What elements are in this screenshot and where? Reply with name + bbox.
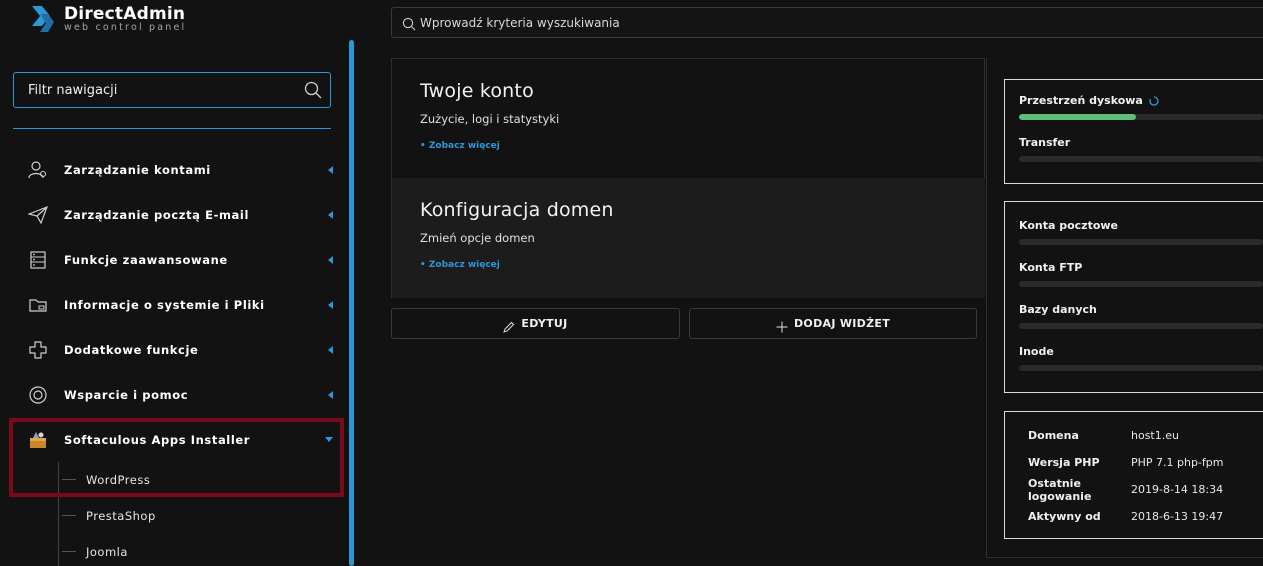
global-search-input[interactable]: Wprowadź kryteria wyszukiwania	[391, 7, 1263, 38]
nav-filter-input[interactable]: Filtr nawigacji	[13, 72, 331, 108]
search-placeholder: Wprowadź kryteria wyszukiwania	[420, 15, 620, 30]
info-value: 2018-6-13 19:47	[1131, 510, 1224, 523]
usage-panel: Przestrzeń dyskowa Transfer	[1004, 79, 1263, 184]
subnav-item-joomla[interactable]: Joomla	[0, 534, 345, 566]
transfer-bar	[1019, 156, 1263, 162]
nav-item-email-management[interactable]: Zarządzanie pocztą E-mail	[0, 192, 345, 237]
transfer-label: Transfer	[1019, 136, 1071, 149]
disk-usage-fill	[1019, 114, 1137, 120]
see-more-link[interactable]: • Zobacz więcej	[420, 141, 956, 151]
nav-item-label: Zarządzanie kontami	[64, 162, 211, 177]
info-row-active-since: Aktywny od 2018-6-13 19:47	[1005, 503, 1263, 530]
widget-title: Twoje konto	[420, 80, 534, 102]
nav-item-extra-features[interactable]: Dodatkowe funkcje	[0, 327, 345, 372]
info-key: Aktywny od	[1028, 510, 1101, 523]
info-row-domain: Domena host1.eu	[1005, 422, 1263, 449]
add-widget-button[interactable]: DODAJ WIDŻET	[689, 308, 977, 339]
subnav-item-label: PrestaShop	[86, 509, 156, 523]
nav-item-label: Dodatkowe funkcje	[64, 342, 199, 357]
edit-button[interactable]: EDYTUJ	[391, 308, 680, 339]
counts-panel: Konta pocztowe Konta FTP Bazy danych Ino…	[1004, 201, 1263, 393]
nav-item-label: Zarządzanie pocztą E-mail	[64, 207, 250, 222]
disk-usage-stat: Przestrzeń dyskowa	[1019, 94, 1263, 120]
inodes-stat: Inode	[1019, 345, 1263, 371]
mail-accounts-stat: Konta pocztowe	[1019, 219, 1263, 245]
nav-item-system-info-files[interactable]: Informacje o systemie i Pliki	[0, 282, 345, 327]
nav-item-support-help[interactable]: Wsparcie i pomoc	[0, 372, 345, 417]
info-value: PHP 7.1 php-fpm	[1131, 456, 1224, 469]
nav-filter-placeholder: Filtr nawigacji	[28, 82, 118, 98]
sidebar-scrollbar[interactable]	[349, 40, 354, 566]
info-row-last-login: Ostatnie logowanie 2019-8-14 18:34	[1005, 476, 1263, 503]
highlight-annotation-box	[9, 418, 344, 497]
caret-left-icon	[328, 211, 333, 219]
caret-left-icon	[328, 391, 333, 399]
inodes-label: Inode	[1019, 345, 1054, 358]
widget-description: Zużycie, logi i statystyki	[420, 112, 560, 126]
disk-usage-bar	[1019, 114, 1263, 120]
logo-tagline: web control panel	[64, 22, 187, 33]
search-icon	[402, 16, 416, 30]
add-widget-button-label: DODAJ WIDŻET	[794, 317, 890, 330]
ftp-accounts-bar	[1019, 281, 1263, 287]
nav-item-label: Funkcje zaawansowane	[64, 252, 228, 267]
info-key: Ostatnie logowanie	[1028, 476, 1092, 503]
plus-outline-icon	[27, 339, 49, 361]
nav-divider	[13, 128, 331, 129]
nav-item-account-management[interactable]: Zarządzanie kontami	[0, 147, 345, 192]
logo[interactable]: DirectAdmin web control panel	[30, 4, 186, 36]
mail-accounts-label: Konta pocztowe	[1019, 219, 1119, 232]
search-icon[interactable]	[304, 81, 322, 99]
nav-item-advanced-features[interactable]: Funkcje zaawansowane	[0, 237, 345, 282]
paper-plane-icon	[27, 204, 49, 226]
logo-name: DirectAdmin	[64, 4, 186, 24]
widget-description: Zmień opcje domen	[420, 231, 535, 245]
sidebar: DirectAdmin web control panel Filtr nawi…	[0, 0, 357, 566]
directadmin-logo-icon	[30, 4, 56, 34]
lifebuoy-icon	[27, 384, 49, 406]
edit-button-label: EDYTUJ	[521, 317, 568, 330]
caret-left-icon	[328, 301, 333, 309]
ftp-accounts-stat: Konta FTP	[1019, 261, 1263, 287]
caret-left-icon	[328, 346, 333, 354]
account-info-panel: Domena host1.eu Wersja PHP PHP 7.1 php-f…	[1004, 411, 1263, 539]
info-value: 2019-8-14 18:34	[1131, 483, 1224, 496]
info-value: host1.eu	[1131, 429, 1179, 442]
subnav-item-prestashop[interactable]: PrestaShop	[0, 498, 345, 534]
info-row-php-version: Wersja PHP PHP 7.1 php-fpm	[1005, 449, 1263, 476]
nav-item-label: Wsparcie i pomoc	[64, 387, 189, 402]
mail-accounts-bar	[1019, 239, 1263, 245]
pencil-icon	[503, 318, 515, 333]
nav-list: Zarządzanie kontami Zarządzanie pocztą E…	[0, 147, 345, 566]
ftp-accounts-label: Konta FTP	[1019, 261, 1083, 274]
widget-your-account[interactable]: Twoje konto Zużycie, logi i statystyki •…	[391, 58, 985, 178]
subnav-item-label: Joomla	[86, 545, 128, 559]
widget-title: Konfiguracja domen	[420, 199, 614, 221]
databases-label: Bazy danych	[1019, 303, 1097, 316]
databases-stat: Bazy danych	[1019, 303, 1263, 329]
user-settings-icon	[27, 159, 49, 181]
see-more-link[interactable]: • Zobacz więcej	[420, 260, 957, 270]
folder-icon	[27, 294, 49, 316]
server-icon	[27, 249, 49, 271]
plus-icon	[776, 318, 788, 332]
caret-left-icon	[328, 166, 333, 174]
info-key: Domena	[1028, 429, 1079, 442]
widget-domain-config[interactable]: Konfiguracja domen Zmień opcje domen • Z…	[391, 178, 985, 298]
info-key: Wersja PHP	[1028, 456, 1100, 469]
nav-item-label: Informacje o systemie i Pliki	[64, 297, 265, 312]
disk-usage-label: Przestrzeń dyskowa	[1019, 94, 1143, 107]
refresh-spinner-icon[interactable]	[1149, 95, 1159, 106]
caret-left-icon	[328, 256, 333, 264]
inodes-bar	[1019, 365, 1263, 371]
databases-bar	[1019, 323, 1263, 329]
transfer-stat: Transfer	[1019, 136, 1263, 162]
